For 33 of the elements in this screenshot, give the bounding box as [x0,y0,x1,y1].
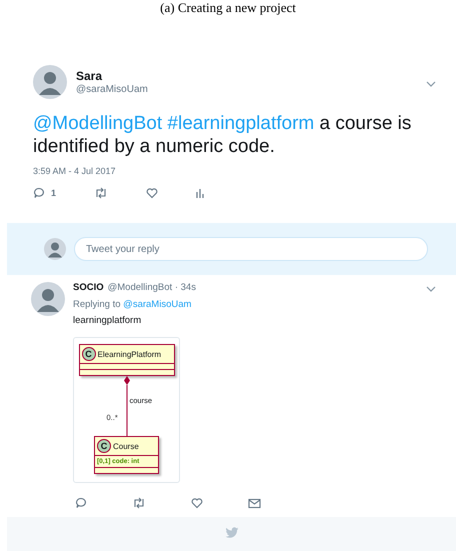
tweet-text: @ModellingBot #learningplatform a course is identified by a numeric code. [33,112,412,158]
figure-caption: (a) Creating a new project [159,0,297,16]
mention-link[interactable]: @ModellingBot [33,113,162,134]
bird-icon [224,527,238,539]
mention-link[interactable]: @saraMisoUam [123,299,192,310]
mail-icon[interactable] [248,498,261,508]
heart-icon[interactable] [191,497,203,509]
reply-text: learningplatform [73,315,142,326]
user-name[interactable]: SOCIO [73,282,104,293]
chevron-down-icon[interactable] [426,81,436,87]
user-handle[interactable]: @saraMisoUam [76,84,148,95]
retweet-icon[interactable] [132,497,146,509]
replying-to-text: Replying to @saraMisoUam [73,299,192,310]
user-name[interactable]: Sara [76,69,148,83]
tweet-timestamp[interactable]: 3:59 AM - 4 Jul 2017 [33,166,436,176]
avatar-icon [44,238,66,260]
class-name: Course [113,442,139,450]
class-stereotype-icon: C [97,439,111,453]
class-stereotype-icon: C [82,347,96,361]
bar-chart-icon[interactable] [196,188,204,198]
speech-bubble-icon [33,187,45,199]
handle-and-time[interactable]: @ModellingBot · 34s [108,282,196,293]
speech-bubble-icon[interactable] [75,497,87,509]
hashtag-link[interactable]: #learningplatform [167,113,314,134]
reply-button[interactable]: 1 [33,187,56,199]
heart-icon[interactable] [146,187,158,199]
reply-input-field[interactable]: Tweet your reply [74,237,428,261]
chevron-down-icon[interactable] [426,286,436,292]
composition-line [122,376,130,436]
retweet-icon[interactable] [94,187,108,199]
avatar-icon[interactable] [33,65,67,99]
avatar-icon[interactable] [31,282,65,316]
class-name: ElearningPlatform [98,350,162,358]
